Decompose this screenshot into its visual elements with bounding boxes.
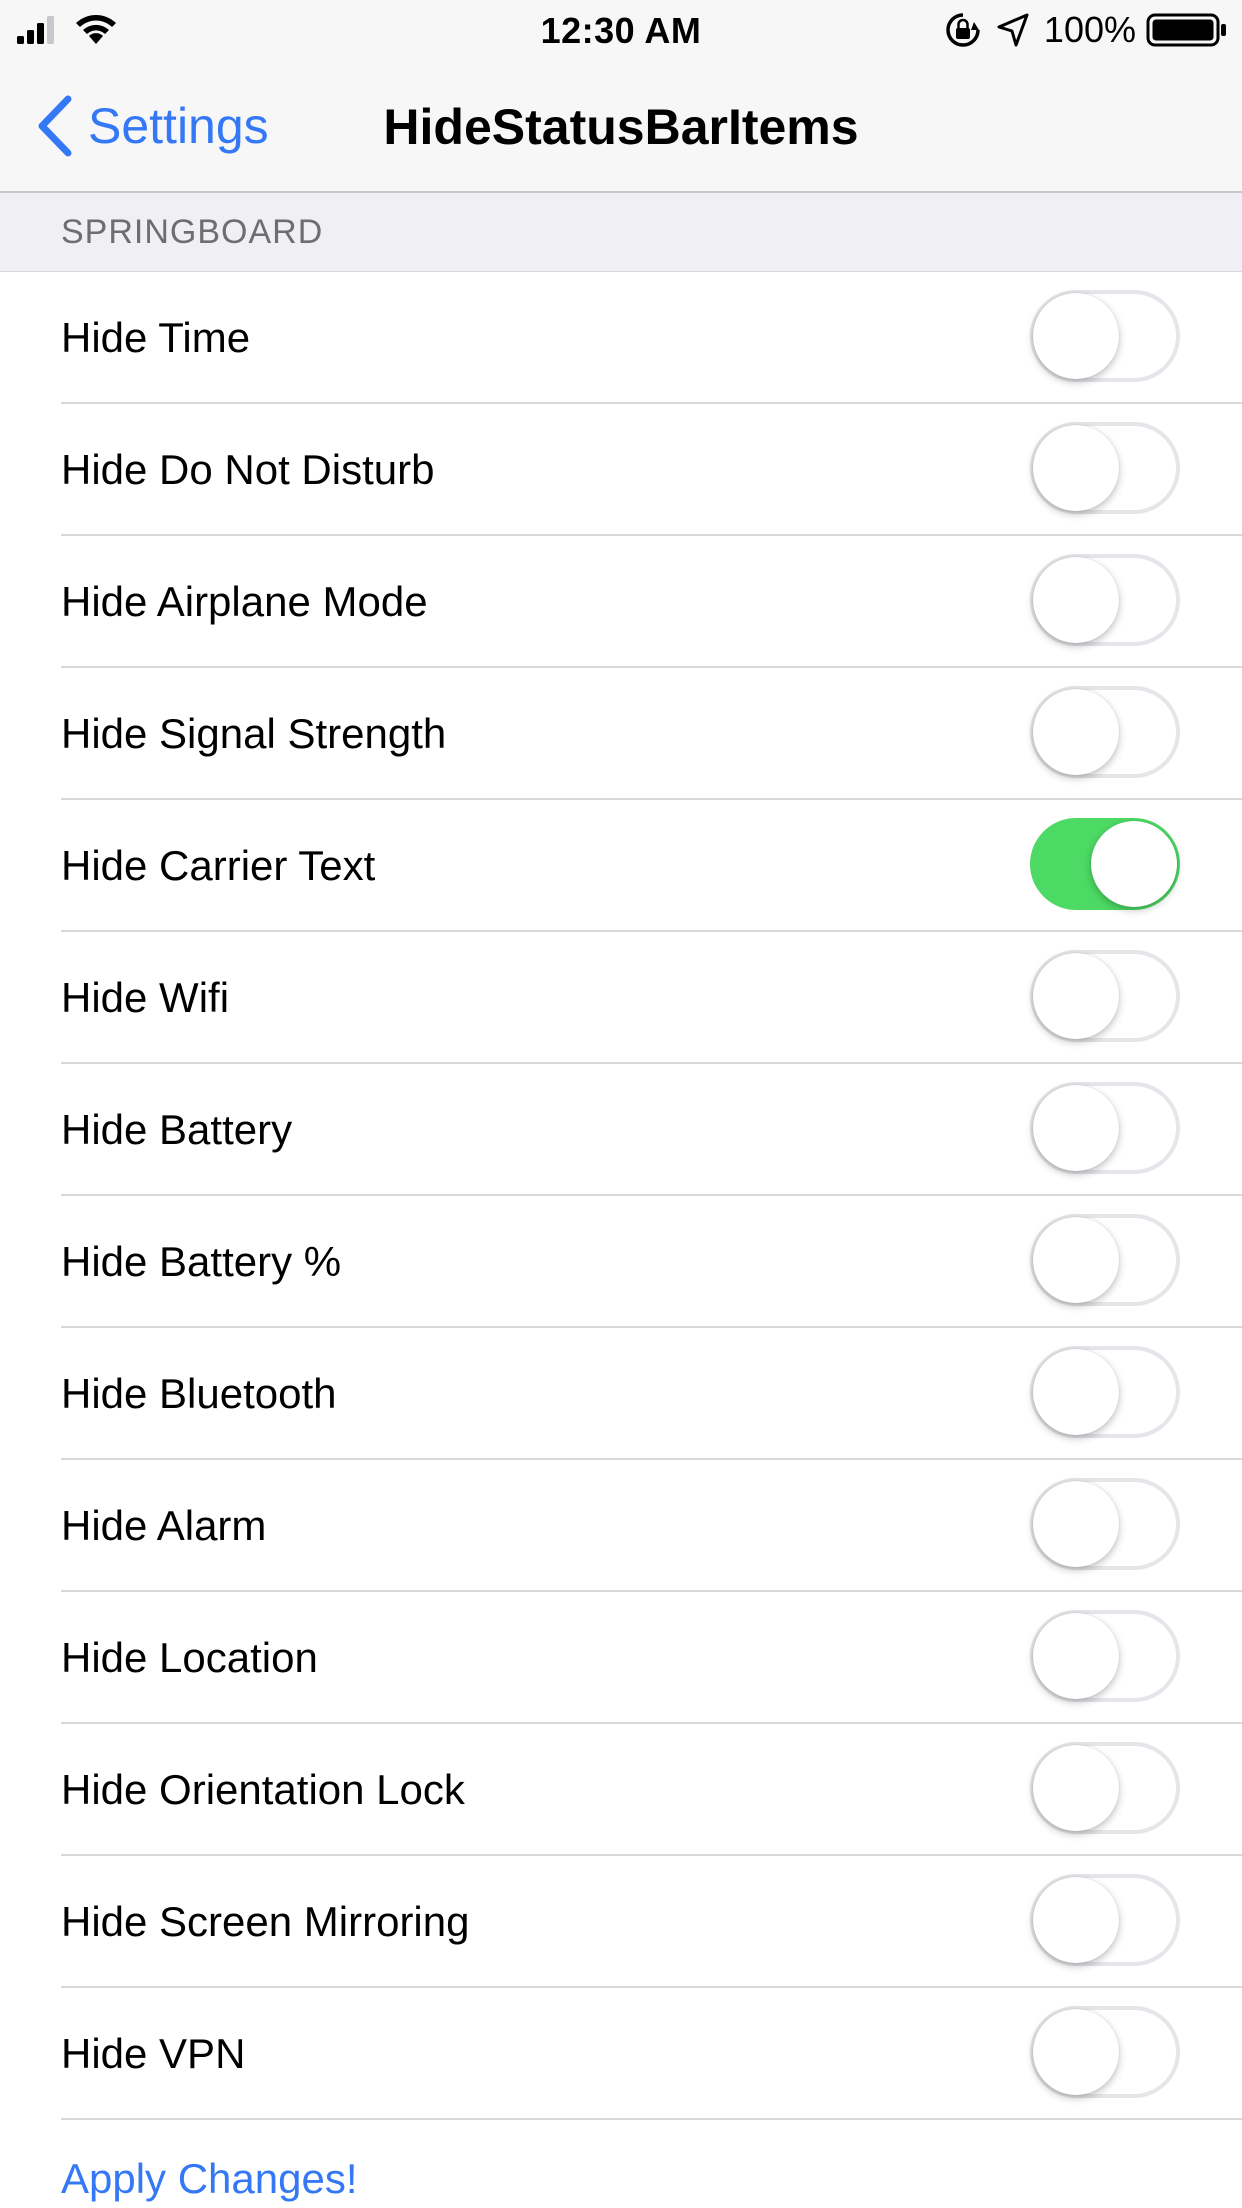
setting-label: Hide Signal Strength bbox=[61, 710, 447, 757]
setting-row-hide-orientation-lock: Hide Orientation Lock bbox=[0, 1724, 1242, 1856]
toggle-hide-bluetooth[interactable] bbox=[1030, 1346, 1180, 1438]
setting-label: Hide Wifi bbox=[61, 974, 230, 1021]
toggle-hide-screen-mirroring[interactable] bbox=[1030, 1874, 1180, 1966]
setting-label: Hide Orientation Lock bbox=[61, 1766, 465, 1813]
toggle-knob bbox=[1033, 1745, 1119, 1831]
setting-row-hide-airplane-mode: Hide Airplane Mode bbox=[0, 536, 1242, 668]
toggle-knob bbox=[1033, 1085, 1119, 1171]
setting-label: Hide Do Not Disturb bbox=[61, 446, 435, 493]
toggle-knob bbox=[1033, 1877, 1119, 1963]
toggle-knob bbox=[1033, 557, 1119, 643]
apply-changes-button[interactable]: Apply Changes! bbox=[61, 2155, 358, 2203]
setting-row-hide-carrier-text: Hide Carrier Text bbox=[0, 800, 1242, 932]
setting-row-hide-wifi: Hide Wifi bbox=[0, 932, 1242, 1064]
section-header-label: SPRINGBOARD bbox=[61, 213, 324, 251]
section-header: SPRINGBOARD bbox=[0, 193, 1242, 273]
toggle-knob bbox=[1033, 1613, 1119, 1699]
setting-row-hide-signal-strength: Hide Signal Strength bbox=[0, 668, 1242, 800]
toggle-knob bbox=[1033, 425, 1119, 511]
setting-label: Hide Battery % bbox=[61, 1238, 342, 1285]
setting-row-hide-do-not-disturb: Hide Do Not Disturb bbox=[0, 404, 1242, 536]
status-bar: 12:30 AM 100% bbox=[0, 0, 1242, 60]
battery-icon bbox=[1146, 13, 1226, 47]
toggle-knob bbox=[1033, 1217, 1119, 1303]
toggle-knob bbox=[1033, 1481, 1119, 1567]
toggle-knob bbox=[1033, 2009, 1119, 2095]
navigation-bar: Settings HideStatusBarItems bbox=[0, 60, 1242, 193]
setting-label: Hide Bluetooth bbox=[61, 1370, 337, 1417]
toggle-hide-alarm[interactable] bbox=[1030, 1478, 1180, 1570]
page-title: HideStatusBarItems bbox=[383, 99, 859, 155]
setting-label: Hide Battery bbox=[61, 1106, 293, 1153]
toggle-hide-time[interactable] bbox=[1030, 290, 1180, 382]
toggle-hide-airplane-mode[interactable] bbox=[1030, 554, 1180, 646]
setting-label: Hide Time bbox=[61, 314, 251, 361]
status-right-group: 100% bbox=[944, 9, 1228, 50]
toggle-hide-orientation-lock[interactable] bbox=[1030, 1742, 1180, 1834]
setting-label: Hide Airplane Mode bbox=[61, 578, 428, 625]
setting-row-hide-battery-percent: Hide Battery % bbox=[0, 1196, 1242, 1328]
location-arrow-icon bbox=[997, 13, 1029, 47]
toggle-knob bbox=[1091, 821, 1177, 907]
setting-label: Hide VPN bbox=[61, 2030, 246, 2077]
toggle-knob bbox=[1033, 293, 1119, 379]
toggle-hide-battery-percent[interactable] bbox=[1030, 1214, 1180, 1306]
setting-label: Hide Location bbox=[61, 1634, 318, 1681]
toggle-hide-do-not-disturb[interactable] bbox=[1030, 422, 1180, 514]
setting-row-hide-vpn: Hide VPN bbox=[0, 1988, 1242, 2120]
battery-percent: 100% bbox=[1043, 9, 1136, 50]
setting-label: Hide Carrier Text bbox=[61, 842, 376, 889]
toggle-knob bbox=[1033, 689, 1119, 775]
toggle-hide-battery[interactable] bbox=[1030, 1082, 1180, 1174]
setting-label: Hide Alarm bbox=[61, 1502, 267, 1549]
setting-row-hide-time: Hide Time bbox=[0, 272, 1242, 404]
toggle-hide-location[interactable] bbox=[1030, 1610, 1180, 1702]
setting-label: Hide Screen Mirroring bbox=[61, 1898, 470, 1945]
toggle-hide-signal-strength[interactable] bbox=[1030, 686, 1180, 778]
toggle-knob bbox=[1033, 953, 1119, 1039]
toggle-knob bbox=[1033, 1349, 1119, 1435]
setting-row-hide-alarm: Hide Alarm bbox=[0, 1460, 1242, 1592]
orientation-lock-icon bbox=[946, 13, 980, 47]
toggle-hide-wifi[interactable] bbox=[1030, 950, 1180, 1042]
toggle-hide-vpn[interactable] bbox=[1030, 2006, 1180, 2098]
settings-list: Hide Time Hide Do Not Disturb Hide Airpl… bbox=[0, 272, 1242, 2208]
toggle-hide-carrier-text[interactable] bbox=[1030, 818, 1180, 910]
setting-row-hide-screen-mirroring: Hide Screen Mirroring bbox=[0, 1856, 1242, 1988]
setting-row-hide-location: Hide Location bbox=[0, 1592, 1242, 1724]
setting-row-hide-battery: Hide Battery bbox=[0, 1064, 1242, 1196]
setting-row-hide-bluetooth: Hide Bluetooth bbox=[0, 1328, 1242, 1460]
